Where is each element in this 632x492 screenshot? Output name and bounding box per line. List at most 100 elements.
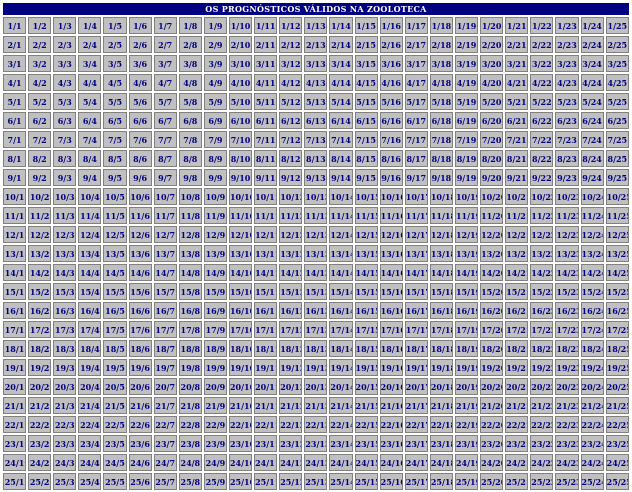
prognostic-cell[interactable]: 21/10 — [228, 397, 253, 414]
prognostic-cell[interactable]: 7/7 — [153, 131, 177, 148]
prognostic-cell[interactable]: 2/15 — [354, 36, 378, 53]
prognostic-cell[interactable]: 8/9 — [203, 150, 227, 167]
prognostic-cell[interactable]: 24/21 — [505, 454, 529, 471]
prognostic-cell[interactable]: 8/22 — [530, 150, 554, 167]
prognostic-cell[interactable]: 11/23 — [555, 207, 579, 224]
prognostic-cell[interactable]: 19/17 — [404, 359, 428, 376]
prognostic-cell[interactable]: 20/21 — [505, 378, 529, 395]
prognostic-cell[interactable]: 5/2 — [28, 93, 52, 110]
prognostic-cell[interactable]: 22/15 — [354, 416, 378, 433]
prognostic-cell[interactable]: 11/13 — [304, 207, 328, 224]
prognostic-cell[interactable]: 21/12 — [279, 397, 303, 414]
prognostic-cell[interactable]: 5/6 — [128, 93, 152, 110]
prognostic-cell[interactable]: 18/9 — [203, 340, 227, 357]
prognostic-cell[interactable]: 25/24 — [580, 473, 604, 490]
prognostic-cell[interactable]: 10/2 — [28, 188, 52, 205]
prognostic-cell[interactable]: 8/3 — [53, 150, 77, 167]
prognostic-cell[interactable]: 6/12 — [279, 112, 303, 129]
prognostic-cell[interactable]: 18/13 — [304, 340, 328, 357]
prognostic-cell[interactable]: 1/17 — [404, 17, 428, 34]
prognostic-cell[interactable]: 25/12 — [279, 473, 303, 490]
prognostic-cell[interactable]: 25/10 — [228, 473, 253, 490]
prognostic-cell[interactable]: 1/7 — [153, 17, 177, 34]
prognostic-cell[interactable]: 5/21 — [505, 93, 529, 110]
prognostic-cell[interactable]: 19/12 — [279, 359, 303, 376]
prognostic-cell[interactable]: 18/19 — [454, 340, 479, 357]
prognostic-cell[interactable]: 6/23 — [555, 112, 579, 129]
prognostic-cell[interactable]: 12/15 — [354, 226, 378, 243]
prognostic-cell[interactable]: 9/14 — [329, 169, 353, 186]
prognostic-cell[interactable]: 13/18 — [429, 245, 453, 262]
prognostic-cell[interactable]: 11/15 — [354, 207, 378, 224]
prognostic-cell[interactable]: 13/1 — [3, 245, 27, 262]
prognostic-cell[interactable]: 8/10 — [228, 150, 253, 167]
prognostic-cell[interactable]: 1/25 — [605, 17, 629, 34]
prognostic-cell[interactable]: 2/20 — [480, 36, 504, 53]
prognostic-cell[interactable]: 9/22 — [530, 169, 554, 186]
prognostic-cell[interactable]: 4/24 — [580, 74, 604, 91]
prognostic-cell[interactable]: 2/24 — [580, 36, 604, 53]
prognostic-cell[interactable]: 11/17 — [404, 207, 428, 224]
prognostic-cell[interactable]: 22/23 — [555, 416, 579, 433]
prognostic-cell[interactable]: 7/12 — [279, 131, 303, 148]
prognostic-cell[interactable]: 3/16 — [379, 55, 403, 72]
prognostic-cell[interactable]: 20/24 — [580, 378, 604, 395]
prognostic-cell[interactable]: 14/13 — [304, 264, 328, 281]
prognostic-cell[interactable]: 9/16 — [379, 169, 403, 186]
prognostic-cell[interactable]: 2/23 — [555, 36, 579, 53]
prognostic-cell[interactable]: 8/15 — [354, 150, 378, 167]
prognostic-cell[interactable]: 12/4 — [78, 226, 102, 243]
prognostic-cell[interactable]: 13/25 — [605, 245, 629, 262]
prognostic-cell[interactable]: 7/11 — [254, 131, 278, 148]
prognostic-cell[interactable]: 5/8 — [178, 93, 202, 110]
prognostic-cell[interactable]: 10/12 — [279, 188, 303, 205]
prognostic-cell[interactable]: 12/25 — [605, 226, 629, 243]
prognostic-cell[interactable]: 14/18 — [429, 264, 453, 281]
prognostic-cell[interactable]: 10/13 — [304, 188, 328, 205]
prognostic-cell[interactable]: 13/7 — [153, 245, 177, 262]
prognostic-cell[interactable]: 1/3 — [53, 17, 77, 34]
prognostic-cell[interactable]: 19/19 — [454, 359, 479, 376]
prognostic-cell[interactable]: 19/4 — [78, 359, 102, 376]
prognostic-cell[interactable]: 18/23 — [555, 340, 579, 357]
prognostic-cell[interactable]: 12/17 — [404, 226, 428, 243]
prognostic-cell[interactable]: 19/18 — [429, 359, 453, 376]
prognostic-cell[interactable]: 5/22 — [530, 93, 554, 110]
prognostic-cell[interactable]: 9/6 — [128, 169, 152, 186]
prognostic-cell[interactable]: 24/19 — [454, 454, 479, 471]
prognostic-cell[interactable]: 3/15 — [354, 55, 378, 72]
prognostic-cell[interactable]: 8/13 — [304, 150, 328, 167]
prognostic-cell[interactable]: 5/19 — [454, 93, 479, 110]
prognostic-cell[interactable]: 24/10 — [228, 454, 253, 471]
prognostic-cell[interactable]: 15/21 — [505, 283, 529, 300]
prognostic-cell[interactable]: 24/17 — [404, 454, 428, 471]
prognostic-cell[interactable]: 14/20 — [480, 264, 504, 281]
prognostic-cell[interactable]: 4/23 — [555, 74, 579, 91]
prognostic-cell[interactable]: 22/24 — [580, 416, 604, 433]
prognostic-cell[interactable]: 25/2 — [28, 473, 52, 490]
prognostic-cell[interactable]: 20/14 — [329, 378, 353, 395]
prognostic-cell[interactable]: 24/25 — [605, 454, 629, 471]
prognostic-cell[interactable]: 6/4 — [78, 112, 102, 129]
prognostic-cell[interactable]: 7/6 — [128, 131, 152, 148]
prognostic-cell[interactable]: 1/15 — [354, 17, 378, 34]
prognostic-cell[interactable]: 1/14 — [329, 17, 353, 34]
prognostic-cell[interactable]: 16/18 — [429, 302, 453, 319]
prognostic-cell[interactable]: 4/25 — [605, 74, 629, 91]
prognostic-cell[interactable]: 18/20 — [480, 340, 504, 357]
prognostic-cell[interactable]: 25/16 — [379, 473, 403, 490]
prognostic-cell[interactable]: 20/10 — [228, 378, 253, 395]
prognostic-cell[interactable]: 20/17 — [404, 378, 428, 395]
prognostic-cell[interactable]: 20/8 — [178, 378, 202, 395]
prognostic-cell[interactable]: 7/17 — [404, 131, 428, 148]
prognostic-cell[interactable]: 1/22 — [530, 17, 554, 34]
prognostic-cell[interactable]: 19/7 — [153, 359, 177, 376]
prognostic-cell[interactable]: 20/7 — [153, 378, 177, 395]
prognostic-cell[interactable]: 25/23 — [555, 473, 579, 490]
prognostic-cell[interactable]: 10/14 — [329, 188, 353, 205]
prognostic-cell[interactable]: 4/17 — [404, 74, 428, 91]
prognostic-cell[interactable]: 17/9 — [203, 321, 227, 338]
prognostic-cell[interactable]: 12/22 — [530, 226, 554, 243]
prognostic-cell[interactable]: 19/3 — [53, 359, 77, 376]
prognostic-cell[interactable]: 5/7 — [153, 93, 177, 110]
